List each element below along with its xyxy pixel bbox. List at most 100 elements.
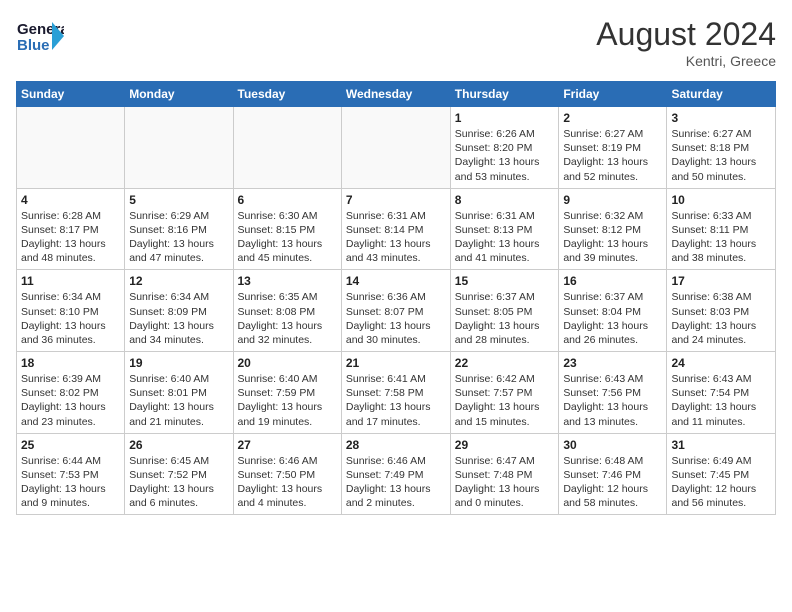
day-info: Sunrise: 6:32 AM Sunset: 8:12 PM Dayligh…: [563, 209, 662, 266]
day-info: Sunrise: 6:28 AM Sunset: 8:17 PM Dayligh…: [21, 209, 120, 266]
day-number: 16: [563, 274, 662, 288]
calendar-cell: 17Sunrise: 6:38 AM Sunset: 8:03 PM Dayli…: [667, 270, 776, 352]
calendar-cell: 9Sunrise: 6:32 AM Sunset: 8:12 PM Daylig…: [559, 188, 667, 270]
weekday-header: Saturday: [667, 82, 776, 107]
day-info: Sunrise: 6:26 AM Sunset: 8:20 PM Dayligh…: [455, 127, 555, 184]
day-info: Sunrise: 6:35 AM Sunset: 8:08 PM Dayligh…: [238, 290, 337, 347]
day-number: 20: [238, 356, 337, 370]
day-info: Sunrise: 6:41 AM Sunset: 7:58 PM Dayligh…: [346, 372, 446, 429]
calendar-cell: 31 Sunrise: 6:49 AM Sunset: 7:45 PM Dayli…: [667, 433, 776, 515]
calendar-cell: 19 Sunrise: 6:40 AM Sunset: 8:01 PM Dayli…: [125, 352, 233, 434]
calendar-header-row: SundayMondayTuesdayWednesdayThursdayFrid…: [17, 82, 776, 107]
day-info: Sunrise: 6:37 AM Sunset: 8:04 PM Dayligh…: [563, 290, 662, 347]
logo: General Blue: [16, 16, 64, 58]
calendar-cell: 14Sunrise: 6:36 AM Sunset: 8:07 PM Dayli…: [341, 270, 450, 352]
calendar-cell: 3Sunrise: 6:27 AM Sunset: 8:18 PM Daylig…: [667, 107, 776, 189]
day-number: 23: [563, 356, 662, 370]
calendar-cell: 20 Sunrise: 6:40 AM Sunset: 7:59 PM Dayli…: [233, 352, 341, 434]
day-number: 10: [671, 193, 771, 207]
calendar-cell: 2 Sunrise: 6:27 AM Sunset: 8:19 PM Daylig…: [559, 107, 667, 189]
calendar-cell: 15Sunrise: 6:37 AM Sunset: 8:05 PM Dayli…: [450, 270, 559, 352]
day-number: 27: [238, 438, 337, 452]
calendar-cell: 7 Sunrise: 6:31 AM Sunset: 8:14 PM Daylig…: [341, 188, 450, 270]
logo-icon: General Blue: [16, 16, 64, 58]
day-info: Sunrise: 6:43 AM Sunset: 7:54 PM Dayligh…: [671, 372, 771, 429]
day-number: 26: [129, 438, 228, 452]
day-number: 7: [346, 193, 446, 207]
day-number: 5: [129, 193, 228, 207]
weekday-header: Friday: [559, 82, 667, 107]
day-number: 1: [455, 111, 555, 125]
calendar-cell: [341, 107, 450, 189]
calendar-cell: 27 Sunrise: 6:46 AM Sunset: 7:50 PM Dayli…: [233, 433, 341, 515]
day-info: Sunrise: 6:34 AM Sunset: 8:09 PM Dayligh…: [129, 290, 228, 347]
day-info: Sunrise: 6:46 AM Sunset: 7:50 PM Dayligh…: [238, 454, 337, 511]
day-info: Sunrise: 6:27 AM Sunset: 8:18 PM Dayligh…: [671, 127, 771, 184]
day-info: Sunrise: 6:31 AM Sunset: 8:14 PM Dayligh…: [346, 209, 446, 266]
calendar-cell: 25 Sunrise: 6:44 AM Sunset: 7:53 PM Dayli…: [17, 433, 125, 515]
day-number: 31: [671, 438, 771, 452]
calendar-cell: 23 Sunrise: 6:43 AM Sunset: 7:56 PM Dayli…: [559, 352, 667, 434]
day-info: Sunrise: 6:31 AM Sunset: 8:13 PM Dayligh…: [455, 209, 555, 266]
calendar-cell: 4 Sunrise: 6:28 AM Sunset: 8:17 PM Daylig…: [17, 188, 125, 270]
day-number: 21: [346, 356, 446, 370]
calendar-table: SundayMondayTuesdayWednesdayThursdayFrid…: [16, 81, 776, 515]
day-info: Sunrise: 6:40 AM Sunset: 8:01 PM Dayligh…: [129, 372, 228, 429]
day-number: 2: [563, 111, 662, 125]
day-number: 19: [129, 356, 228, 370]
weekday-header: Thursday: [450, 82, 559, 107]
day-number: 24: [671, 356, 771, 370]
svg-text:Blue: Blue: [17, 37, 50, 54]
day-info: Sunrise: 6:42 AM Sunset: 7:57 PM Dayligh…: [455, 372, 555, 429]
day-number: 29: [455, 438, 555, 452]
calendar-week-row: 25 Sunrise: 6:44 AM Sunset: 7:53 PM Dayli…: [17, 433, 776, 515]
calendar-cell: 22Sunrise: 6:42 AM Sunset: 7:57 PM Dayli…: [450, 352, 559, 434]
day-number: 4: [21, 193, 120, 207]
calendar-cell: 21 Sunrise: 6:41 AM Sunset: 7:58 PM Dayli…: [341, 352, 450, 434]
calendar-title: August 2024: [596, 16, 776, 53]
day-info: Sunrise: 6:36 AM Sunset: 8:07 PM Dayligh…: [346, 290, 446, 347]
calendar-cell: 24 Sunrise: 6:43 AM Sunset: 7:54 PM Dayli…: [667, 352, 776, 434]
calendar-cell: [125, 107, 233, 189]
calendar-cell: 6Sunrise: 6:30 AM Sunset: 8:15 PM Daylig…: [233, 188, 341, 270]
calendar-week-row: 18Sunrise: 6:39 AM Sunset: 8:02 PM Dayli…: [17, 352, 776, 434]
day-number: 11: [21, 274, 120, 288]
calendar-cell: 16 Sunrise: 6:37 AM Sunset: 8:04 PM Dayli…: [559, 270, 667, 352]
calendar-cell: 11 Sunrise: 6:34 AM Sunset: 8:10 PM Dayli…: [17, 270, 125, 352]
day-info: Sunrise: 6:39 AM Sunset: 8:02 PM Dayligh…: [21, 372, 120, 429]
weekday-header: Tuesday: [233, 82, 341, 107]
day-info: Sunrise: 6:44 AM Sunset: 7:53 PM Dayligh…: [21, 454, 120, 511]
day-info: Sunrise: 6:47 AM Sunset: 7:48 PM Dayligh…: [455, 454, 555, 511]
calendar-cell: 29 Sunrise: 6:47 AM Sunset: 7:48 PM Dayli…: [450, 433, 559, 515]
day-info: Sunrise: 6:37 AM Sunset: 8:05 PM Dayligh…: [455, 290, 555, 347]
day-info: Sunrise: 6:49 AM Sunset: 7:45 PM Dayligh…: [671, 454, 771, 511]
calendar-week-row: 4 Sunrise: 6:28 AM Sunset: 8:17 PM Daylig…: [17, 188, 776, 270]
weekday-header: Sunday: [17, 82, 125, 107]
calendar-week-row: 1 Sunrise: 6:26 AM Sunset: 8:20 PM Daylig…: [17, 107, 776, 189]
day-info: Sunrise: 6:46 AM Sunset: 7:49 PM Dayligh…: [346, 454, 446, 511]
calendar-cell: [17, 107, 125, 189]
day-number: 12: [129, 274, 228, 288]
day-info: Sunrise: 6:29 AM Sunset: 8:16 PM Dayligh…: [129, 209, 228, 266]
day-number: 13: [238, 274, 337, 288]
calendar-cell: 12 Sunrise: 6:34 AM Sunset: 8:09 PM Dayli…: [125, 270, 233, 352]
calendar-cell: 28 Sunrise: 6:46 AM Sunset: 7:49 PM Dayli…: [341, 433, 450, 515]
day-info: Sunrise: 6:34 AM Sunset: 8:10 PM Dayligh…: [21, 290, 120, 347]
day-number: 30: [563, 438, 662, 452]
day-info: Sunrise: 6:48 AM Sunset: 7:46 PM Dayligh…: [563, 454, 662, 511]
day-info: Sunrise: 6:43 AM Sunset: 7:56 PM Dayligh…: [563, 372, 662, 429]
day-number: 25: [21, 438, 120, 452]
calendar-cell: 13 Sunrise: 6:35 AM Sunset: 8:08 PM Dayli…: [233, 270, 341, 352]
day-number: 6: [238, 193, 337, 207]
day-info: Sunrise: 6:45 AM Sunset: 7:52 PM Dayligh…: [129, 454, 228, 511]
day-info: Sunrise: 6:27 AM Sunset: 8:19 PM Dayligh…: [563, 127, 662, 184]
calendar-cell: 18Sunrise: 6:39 AM Sunset: 8:02 PM Dayli…: [17, 352, 125, 434]
calendar-cell: 26 Sunrise: 6:45 AM Sunset: 7:52 PM Dayli…: [125, 433, 233, 515]
day-info: Sunrise: 6:40 AM Sunset: 7:59 PM Dayligh…: [238, 372, 337, 429]
calendar-cell: 8Sunrise: 6:31 AM Sunset: 8:13 PM Daylig…: [450, 188, 559, 270]
calendar-cell: 1 Sunrise: 6:26 AM Sunset: 8:20 PM Daylig…: [450, 107, 559, 189]
day-info: Sunrise: 6:38 AM Sunset: 8:03 PM Dayligh…: [671, 290, 771, 347]
title-block: August 2024 Kentri, Greece: [596, 16, 776, 69]
page-header: General Blue August 2024 Kentri, Greece: [16, 16, 776, 69]
day-number: 28: [346, 438, 446, 452]
